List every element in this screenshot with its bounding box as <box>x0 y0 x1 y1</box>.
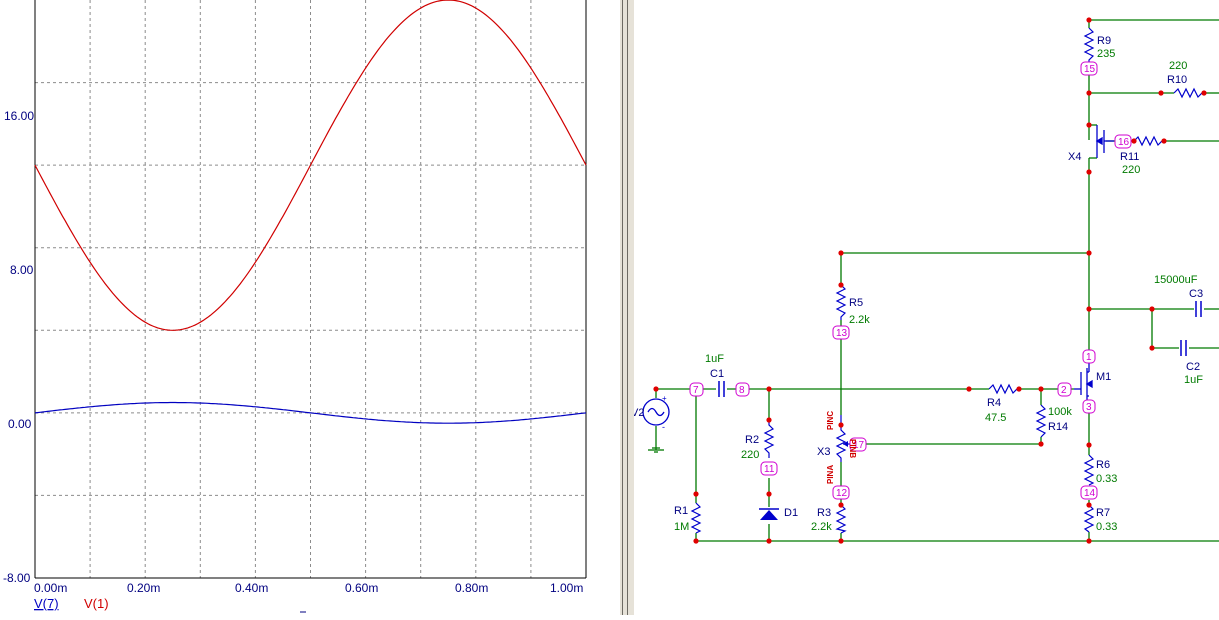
v2-minus-sign: - <box>662 422 665 432</box>
svg-text:7: 7 <box>693 385 699 396</box>
schematic-wires <box>648 19 1219 542</box>
r14-value-label: 100k <box>1048 406 1072 418</box>
waveform-plot[interactable]: 16.00 8.00 0.00 -8.00 0.00m 0.20m 0.40m … <box>0 0 620 615</box>
resistor-r5-symbol[interactable] <box>835 284 847 320</box>
schematic-pane[interactable]: + - 15 16 13 1 7 8 2 3 17 11 12 14 R9 23… <box>631 0 1219 615</box>
resistor-r6-symbol[interactable] <box>1083 454 1095 486</box>
c2-value-label: 1uF <box>1184 374 1203 386</box>
capacitor-c2-symbol[interactable] <box>1180 340 1187 356</box>
node-marker-16[interactable]: 16 <box>1114 134 1132 149</box>
r7-ref-label: R7 <box>1096 507 1110 519</box>
r1-ref-label: R1 <box>674 505 688 517</box>
x3-pinb-label: PINB <box>848 439 857 458</box>
r7-value-label: 0.33 <box>1096 521 1117 533</box>
r6-ref-label: R6 <box>1096 459 1110 471</box>
svg-text:13: 13 <box>836 328 848 339</box>
y-tick-label: 0.00 <box>8 417 32 431</box>
node-marker-2[interactable]: 2 <box>1057 382 1072 397</box>
plot-grid <box>35 0 586 578</box>
r11-ref-label: R11 <box>1120 151 1139 163</box>
splitter-edge <box>627 0 628 615</box>
x-tick-label: 0.60m <box>345 581 378 595</box>
waveform-plot-pane[interactable]: 16.00 8.00 0.00 -8.00 0.00m 0.20m 0.40m … <box>0 0 620 615</box>
legend-entry-v1[interactable]: V(1) <box>84 596 109 611</box>
x3-pinc-label: PINC <box>826 411 835 430</box>
c2-ref-label: C2 <box>1186 361 1200 373</box>
resistor-r7-symbol[interactable] <box>1083 504 1095 533</box>
node-marker-8[interactable]: 8 <box>735 382 750 397</box>
node-marker-15[interactable]: 15 <box>1080 61 1098 76</box>
v2-ref-label: V2 <box>634 407 644 419</box>
r4-ref-label: R4 <box>987 397 1001 409</box>
resistor-r1-symbol[interactable] <box>690 502 702 534</box>
resistor-r2-symbol[interactable] <box>763 420 775 458</box>
c1-value-label: 1uF <box>705 353 724 365</box>
schematic-canvas[interactable]: + - 15 16 13 1 7 8 2 3 17 11 12 14 R9 23… <box>631 0 1219 615</box>
node-marker-12[interactable]: 12 <box>832 485 850 500</box>
x-tick-label: 1.00m <box>550 581 583 595</box>
r11-value-label: 220 <box>1122 164 1140 176</box>
r5-value-label: 2.2k <box>849 314 870 326</box>
r2-value-label: 220 <box>741 449 759 461</box>
r9-ref-label: R9 <box>1097 35 1111 47</box>
r14-ref-label: R14 <box>1048 421 1068 433</box>
legend-entry-v7[interactable]: V(7) <box>34 596 59 611</box>
node-marker-11[interactable]: 11 <box>760 461 778 476</box>
c3-value-label: 15000uF <box>1154 274 1198 286</box>
x-tick-label: 0.40m <box>235 581 268 595</box>
x4-ref-label: X4 <box>1068 151 1081 163</box>
svg-text:1: 1 <box>1086 352 1092 363</box>
svg-text:3: 3 <box>1086 402 1092 413</box>
d1-ref-label: D1 <box>784 507 798 519</box>
r10-ref-label: R10 <box>1167 74 1187 86</box>
x-tick-label: 0.00m <box>34 581 67 595</box>
m1-ref-label: M1 <box>1096 371 1111 383</box>
resistor-r4-symbol[interactable] <box>988 383 1019 395</box>
r2-ref-label: R2 <box>745 434 759 446</box>
v2-plus-sign: + <box>662 394 667 403</box>
y-tick-label: 16.00 <box>4 109 34 123</box>
r4-value-label: 47.5 <box>985 412 1006 424</box>
y-tick-label: 8.00 <box>10 263 34 277</box>
x-tick-label: 0.80m <box>455 581 488 595</box>
node-marker-3[interactable]: 3 <box>1082 399 1096 414</box>
r3-value-label: 2.2k <box>811 521 832 533</box>
resistor-r11-symbol[interactable] <box>1133 135 1164 147</box>
r3-ref-label: R3 <box>817 507 831 519</box>
node-marker-13[interactable]: 13 <box>832 325 850 340</box>
r5-ref-label: R5 <box>849 297 863 309</box>
svg-text:14: 14 <box>1084 488 1096 499</box>
c1-ref-label: C1 <box>710 368 724 380</box>
diode-d1-symbol[interactable] <box>759 508 779 520</box>
svg-text:2: 2 <box>1061 385 1067 396</box>
svg-text:11: 11 <box>764 464 775 475</box>
mosfet-x4-symbol[interactable] <box>1095 125 1114 158</box>
capacitor-c1-symbol[interactable] <box>718 381 725 397</box>
x-tick-label: 0.20m <box>127 581 160 595</box>
r10-value-label: 220 <box>1169 60 1187 72</box>
r9-value-label: 235 <box>1097 48 1115 60</box>
svg-text:15: 15 <box>1084 64 1096 75</box>
svg-text:16: 16 <box>1118 137 1130 148</box>
junction-dots <box>653 17 1207 544</box>
y-tick-label: -8.00 <box>3 571 31 585</box>
node-marker-1[interactable]: 1 <box>1082 349 1096 364</box>
node-marker-7[interactable]: 7 <box>689 382 704 397</box>
resistor-r9-symbol[interactable] <box>1083 27 1095 64</box>
x3-pina-label: PINA <box>826 465 835 484</box>
resistor-r14-symbol[interactable] <box>1035 404 1047 438</box>
r1-value-label: 1M <box>674 521 689 533</box>
c3-ref-label: C3 <box>1189 288 1203 300</box>
x3-ref-label: X3 <box>817 446 830 458</box>
pane-splitter[interactable] <box>620 0 634 615</box>
svg-text:12: 12 <box>836 488 848 499</box>
resistor-r10-symbol[interactable] <box>1173 87 1204 99</box>
splitter-edge <box>622 0 623 615</box>
r6-value-label: 0.33 <box>1096 473 1117 485</box>
svg-text:8: 8 <box>739 385 745 396</box>
resistor-r3-symbol[interactable] <box>835 504 847 534</box>
node-marker-14[interactable]: 14 <box>1080 485 1098 500</box>
capacitor-c3-symbol[interactable] <box>1195 301 1202 317</box>
